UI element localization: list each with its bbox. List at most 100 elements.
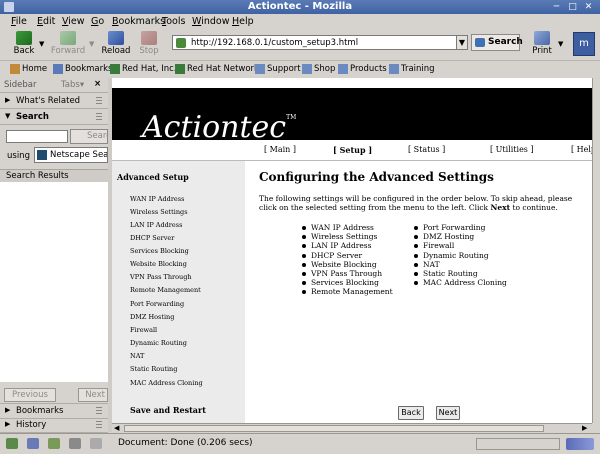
- bookmark-bookmarks[interactable]: Bookmarks: [53, 64, 113, 74]
- back-history-dropdown-icon[interactable]: ▼: [39, 40, 44, 48]
- status-text: Document: Done (0.206 secs): [118, 438, 253, 448]
- menu-go[interactable]: Go: [91, 16, 104, 27]
- nav-utilities-link[interactable]: [ Utilities ]: [490, 145, 534, 154]
- minimize-button[interactable]: ─: [551, 2, 562, 12]
- menu-link-mac-cloning[interactable]: MAC Address Cloning: [130, 379, 203, 387]
- menu-view[interactable]: View: [62, 16, 85, 27]
- forward-button[interactable]: Forward: [50, 31, 86, 56]
- menu-link-services-blocking[interactable]: Services Blocking: [130, 247, 189, 255]
- url-history-dropdown[interactable]: ▼: [456, 35, 468, 50]
- nav-help-link[interactable]: [ Help ]: [571, 145, 592, 154]
- next-page-button[interactable]: Next: [436, 406, 460, 420]
- bookmark-redhat-inc[interactable]: Red Hat, Inc.: [110, 64, 176, 74]
- folder-icon: [389, 64, 399, 74]
- url-bar[interactable]: http://192.168.0.1/custom_setup3.html: [172, 35, 466, 50]
- url-input[interactable]: http://192.168.0.1/custom_setup3.html: [191, 38, 358, 48]
- menu-link-vpn[interactable]: VPN Pass Through: [130, 273, 192, 281]
- previous-results-button[interactable]: Previous: [4, 388, 56, 402]
- reload-button[interactable]: Reload: [101, 31, 131, 56]
- nav-status-link[interactable]: [ Status ]: [408, 145, 445, 154]
- menu-link-dhcp[interactable]: DHCP Server: [130, 234, 174, 242]
- maximize-button[interactable]: □: [567, 2, 578, 12]
- print-dropdown-icon[interactable]: ▼: [558, 40, 563, 48]
- menu-link-dynamic-routing[interactable]: Dynamic Routing: [130, 339, 187, 347]
- next-results-button[interactable]: Next: [78, 388, 108, 402]
- sidebar: Sidebar Tabs▾ × ▶ What's Related ▼ Searc…: [0, 78, 109, 433]
- grip-icon: [96, 97, 102, 105]
- intro-text: The following settings will be configure…: [259, 194, 573, 212]
- back-page-button[interactable]: Back: [398, 406, 424, 420]
- folder-icon: [255, 64, 265, 74]
- menu-link-port-forwarding[interactable]: Port Forwarding: [130, 300, 184, 308]
- menu-link-firewall[interactable]: Firewall: [130, 326, 157, 334]
- close-button[interactable]: ✕: [583, 2, 594, 12]
- stop-button[interactable]: Stop: [137, 31, 161, 56]
- advanced-setup-menu: Advanced Setup WAN IP Address Wireless S…: [112, 161, 245, 423]
- sidebar-panel-search[interactable]: ▼ Search: [0, 110, 108, 125]
- window-title: Actiontec - Mozilla: [247, 1, 353, 12]
- sidebar-panel-whats-related[interactable]: ▶ What's Related: [0, 94, 108, 109]
- menu-link-save-restart[interactable]: Save and Restart: [130, 405, 206, 415]
- sidebar-panel-history[interactable]: ▶ History: [0, 418, 108, 433]
- expanded-arrow-icon: ▼: [5, 112, 11, 120]
- settings-list-right-item: Dynamic Routing: [413, 251, 507, 260]
- navigator-icon[interactable]: [6, 438, 18, 449]
- bookmark-folder-training[interactable]: Training: [389, 64, 435, 74]
- menu-window[interactable]: Window: [192, 16, 229, 27]
- bookmark-home[interactable]: Home: [10, 64, 47, 74]
- scroll-left-icon[interactable]: ◀: [114, 424, 119, 432]
- nav-main-link[interactable]: [ Main ]: [264, 145, 296, 154]
- page-heading: Configuring the Advanced Settings: [259, 170, 494, 184]
- menu-bookmarks[interactable]: Bookmarks: [112, 16, 165, 27]
- page-proxy-icon[interactable]: [176, 38, 186, 48]
- settings-list-right-item: Port Forwarding: [413, 223, 507, 232]
- composer-icon[interactable]: [48, 438, 60, 449]
- nav-setup-link[interactable]: [ Setup ]: [333, 145, 372, 155]
- menu-file[interactable]: File: [11, 16, 27, 27]
- vertical-scrollbar[interactable]: [592, 78, 600, 423]
- search-button[interactable]: Search: [471, 34, 523, 51]
- menu-link-dmz[interactable]: DMZ Hosting: [130, 313, 174, 321]
- menu-help[interactable]: Help: [232, 16, 254, 27]
- menu-link-wireless[interactable]: Wireless Settings: [130, 208, 188, 216]
- menu-link-lan-ip[interactable]: LAN IP Address: [130, 221, 182, 229]
- menu-link-static-routing[interactable]: Static Routing: [130, 365, 177, 373]
- sidebar-search-button[interactable]: Search: [70, 129, 108, 144]
- search-engine-select[interactable]: Netscape Sea...: [34, 147, 108, 163]
- irc-chat-icon[interactable]: [90, 438, 102, 449]
- back-button[interactable]: Back: [10, 31, 38, 56]
- bookmark-folder-support[interactable]: Support: [255, 64, 301, 74]
- online-status-icon[interactable]: [566, 438, 594, 450]
- scroll-right-icon[interactable]: ▶: [582, 424, 587, 432]
- sidebar-panel-bookmarks[interactable]: ▶ Bookmarks: [0, 403, 108, 419]
- main-content: Configuring the Advanced Settings The fo…: [245, 161, 592, 423]
- menu-tools[interactable]: Tools: [162, 16, 185, 27]
- sidebar-close-icon[interactable]: ×: [94, 79, 101, 89]
- horizontal-scrollbar[interactable]: ◀ ▶: [112, 423, 592, 433]
- scroll-thumb[interactable]: [124, 425, 544, 432]
- menu-link-website-blocking[interactable]: Website Blocking: [130, 260, 187, 268]
- address-book-icon[interactable]: [69, 438, 81, 449]
- search-results-list[interactable]: [0, 182, 108, 382]
- settings-list-left-item: LAN IP Address: [301, 241, 393, 250]
- menu-link-wan-ip[interactable]: WAN IP Address: [130, 195, 184, 203]
- settings-list-left-item: DHCP Server: [301, 251, 393, 260]
- bookmark-folder-products[interactable]: Products: [338, 64, 387, 74]
- forward-history-dropdown-icon[interactable]: ▼: [89, 40, 94, 48]
- sidebar-search-input[interactable]: [6, 130, 68, 143]
- print-button[interactable]: Print: [530, 31, 554, 56]
- bookmark-folder-shop[interactable]: Shop: [302, 64, 335, 74]
- grip-icon: [96, 113, 102, 121]
- collapsed-arrow-icon: ▶: [5, 420, 11, 428]
- window-titlebar[interactable]: Actiontec - Mozilla ─ □ ✕: [0, 0, 600, 14]
- page-top-nav: [ Main ] [ Setup ] [ Status ] [ Utilitie…: [112, 140, 592, 161]
- menu-edit[interactable]: Edit: [37, 16, 55, 27]
- sidebar-tabs-menu[interactable]: Tabs▾: [61, 80, 84, 90]
- menu-link-nat[interactable]: NAT: [130, 352, 144, 360]
- menubar: File Edit View Go Bookmarks Tools Window…: [0, 14, 600, 29]
- menu-link-remote-management[interactable]: Remote Management: [130, 286, 201, 294]
- mozilla-throbber-icon[interactable]: m: [573, 32, 595, 56]
- mail-icon[interactable]: [27, 438, 39, 449]
- bookmark-redhat-network[interactable]: Red Hat Network: [175, 64, 259, 74]
- settings-list-left-item: WAN IP Address: [301, 223, 393, 232]
